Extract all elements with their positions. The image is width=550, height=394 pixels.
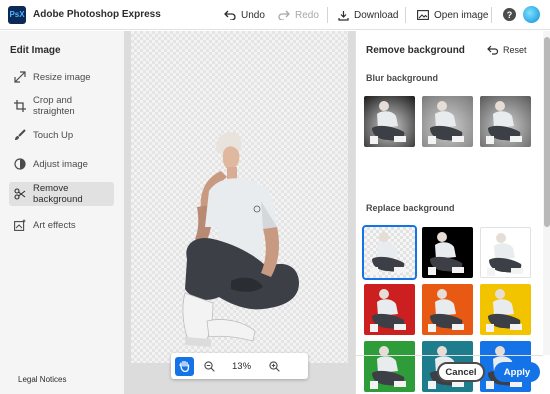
app-logo: PsX xyxy=(8,5,26,24)
redo-label: Redo xyxy=(295,9,319,21)
art-effects-icon xyxy=(14,219,26,231)
hand-icon xyxy=(179,360,190,372)
sidebar-item-adjust[interactable]: Adjust image xyxy=(9,152,114,176)
undo-label: Undo xyxy=(241,9,265,21)
sidebar-item-remove-background[interactable]: Remove background xyxy=(9,182,114,206)
app-title: Adobe Photoshop Express xyxy=(33,9,161,20)
open-image-label: Open image xyxy=(434,9,489,21)
scrollbar-thumb[interactable] xyxy=(544,37,550,227)
scissors-icon xyxy=(14,188,26,200)
apply-button[interactable]: Apply xyxy=(494,362,540,382)
canvas-area[interactable]: 13% xyxy=(124,31,355,394)
toolbar-divider xyxy=(491,7,492,23)
reset-label: Reset xyxy=(503,45,527,55)
remove-background-panel: Remove background Reset Blur background … xyxy=(355,31,550,394)
zoom-toolbar: 13% xyxy=(171,353,308,379)
undo-icon xyxy=(224,10,236,20)
image-artboard[interactable] xyxy=(131,31,348,363)
replace-background-heading: Replace background xyxy=(366,203,455,213)
sidebar-item-label: Adjust image xyxy=(33,158,88,170)
undo-button[interactable]: Undo xyxy=(224,0,265,30)
brush-icon xyxy=(14,129,26,141)
replace-background-thumbnail[interactable] xyxy=(480,284,531,335)
sidebar-item-label: Art effects xyxy=(33,219,76,231)
sidebar-title: Edit Image xyxy=(10,45,61,56)
zoom-out-button[interactable] xyxy=(200,357,218,375)
legal-notices-link[interactable]: Legal Notices xyxy=(18,375,66,384)
blur-thumbnail[interactable] xyxy=(422,96,473,147)
panel-scrollbar[interactable] xyxy=(543,31,550,355)
sidebar-item-resize[interactable]: Resize image xyxy=(9,65,114,89)
redo-icon xyxy=(278,10,290,20)
toolbar-divider xyxy=(405,7,406,23)
reset-icon xyxy=(487,45,499,55)
blur-background-heading: Blur background xyxy=(366,73,439,83)
zoom-out-icon xyxy=(203,360,215,372)
sidebar-item-label: Remove background xyxy=(33,183,83,205)
redo-button[interactable]: Redo xyxy=(278,0,319,30)
sidebar-item-art-effects[interactable]: Art effects xyxy=(9,213,114,237)
panel-footer-divider xyxy=(356,355,543,356)
replace-background-thumbnail[interactable] xyxy=(364,284,415,335)
zoom-in-button[interactable] xyxy=(265,357,283,375)
sidebar-item-crop[interactable]: Crop and straighten xyxy=(9,94,114,118)
adjust-icon xyxy=(14,158,26,170)
download-label: Download xyxy=(354,9,399,21)
subject-cutout-image xyxy=(182,132,299,347)
resize-icon xyxy=(14,71,26,83)
replace-background-thumbnail[interactable] xyxy=(422,284,473,335)
replace-background-thumbnail[interactable] xyxy=(362,225,417,280)
help-icon[interactable]: ? xyxy=(503,8,516,21)
panel-title: Remove background xyxy=(366,45,465,56)
crop-icon xyxy=(14,100,26,112)
zoom-in-icon xyxy=(268,360,280,372)
open-image-button[interactable]: Open image xyxy=(417,0,488,30)
replace-background-thumbnail[interactable] xyxy=(364,341,415,392)
blur-thumbnail[interactable] xyxy=(480,96,531,147)
hand-tool-button[interactable] xyxy=(175,356,194,376)
blur-thumbnail[interactable] xyxy=(364,96,415,147)
sidebar-item-label: Touch Up xyxy=(33,129,74,141)
toolbar-divider xyxy=(327,7,328,23)
replace-background-thumbnail[interactable] xyxy=(422,227,473,278)
sidebar-item-touch-up[interactable]: Touch Up xyxy=(9,123,114,147)
sidebar-item-label: Resize image xyxy=(33,71,91,83)
zoom-level: 13% xyxy=(232,360,252,372)
replace-background-thumbnail[interactable] xyxy=(480,227,531,278)
download-icon xyxy=(338,10,349,21)
download-button[interactable]: Download xyxy=(338,0,398,30)
edit-sidebar: Edit Image Resize image Crop and straigh… xyxy=(0,31,124,394)
cancel-button[interactable]: Cancel xyxy=(437,362,485,382)
image-icon xyxy=(417,10,429,20)
avatar[interactable] xyxy=(523,6,540,23)
top-bar: PsX Adobe Photoshop Express Undo Redo Do… xyxy=(0,0,550,30)
sidebar-item-label: Crop and straighten xyxy=(33,95,75,117)
reset-button[interactable]: Reset xyxy=(487,45,527,55)
